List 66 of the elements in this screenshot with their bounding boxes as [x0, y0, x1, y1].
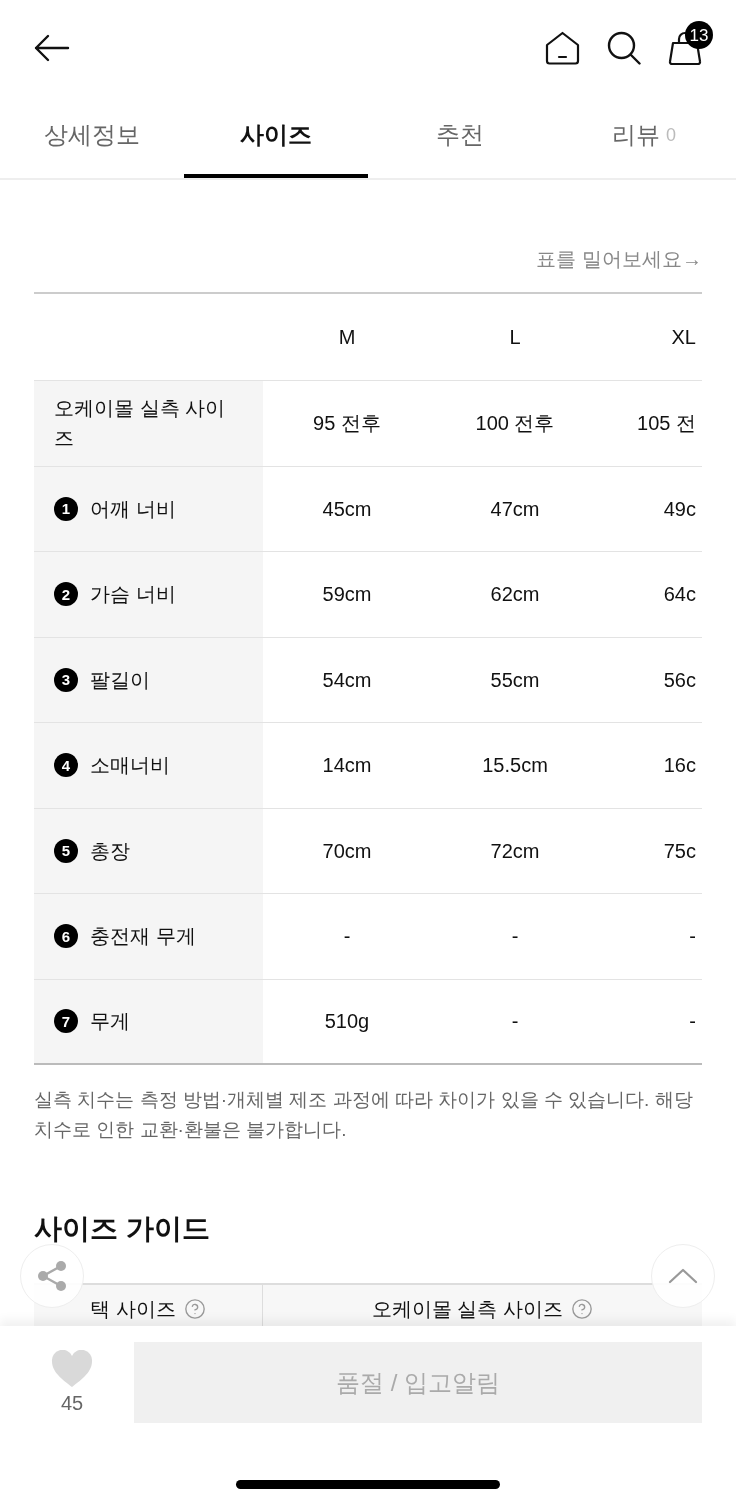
home-button[interactable]: [545, 31, 580, 65]
table-cell-text: -: [511, 1009, 519, 1035]
table-cell-text: 62cm: [490, 582, 540, 608]
table-cell-text: -: [511, 924, 519, 950]
item-number: 1: [54, 496, 78, 521]
table-cell-text: 14cm: [322, 753, 372, 779]
table-cell-text: 75c: [663, 838, 696, 864]
column-header: 택 사이즈: [90, 1297, 176, 1321]
table-cell-text: 100 전후: [475, 411, 555, 437]
tab[interactable]: 상세정보: [0, 96, 184, 178]
swipe-hint: 표를 밀어보세요→: [536, 247, 702, 272]
share-icon: [37, 1260, 67, 1292]
item-number: 6: [54, 924, 78, 949]
help-icon[interactable]: [183, 1298, 206, 1320]
column-header: XL: [671, 325, 696, 350]
cart-button[interactable]: 13: [668, 21, 713, 65]
table-cell-text: 54cm: [322, 667, 372, 693]
column-header: M: [338, 325, 356, 350]
table-cell-text: 70cm: [322, 838, 372, 864]
row-label: 가슴 너비: [90, 582, 176, 608]
row-label: 어깨 너비: [90, 496, 176, 522]
table-cell-text: 45cm: [322, 496, 372, 522]
like-count: 45: [60, 1390, 84, 1416]
table-cell-text: 59cm: [322, 582, 372, 608]
row-label: 팔길이: [90, 667, 150, 693]
table-cell-text: 55cm: [490, 667, 540, 693]
chevron-up-icon: [668, 1268, 698, 1284]
item-number: 4: [54, 753, 78, 778]
table-cell-text: 64c: [663, 582, 696, 608]
tab[interactable]: 추천: [368, 96, 552, 178]
tab[interactable]: 리뷰 0: [552, 96, 736, 178]
section-title: 사이즈 가이드: [34, 1212, 211, 1246]
table-cell-text: 15.5cm: [482, 753, 548, 779]
home-icon: [545, 31, 580, 65]
help-icon[interactable]: [571, 1298, 594, 1320]
heart-icon[interactable]: [51, 1349, 93, 1388]
row-label: 무게: [90, 1009, 130, 1035]
column-header: L: [509, 325, 521, 350]
item-number: 3: [54, 667, 78, 692]
size-note: 실측 치수는 측정 방법·개체별 제조 과정에 따라 차이가 있을 수 있습니다. 해당 치수로 인한 교환·환불은 불가합니다.: [34, 1088, 694, 1142]
back-button[interactable]: [34, 34, 70, 62]
row-label: 총장: [90, 838, 130, 864]
table-cell-text: -: [343, 924, 351, 950]
table-cell-text: 105 전: [637, 411, 696, 437]
table-cell-text: 47cm: [490, 496, 540, 522]
item-number: 7: [54, 1009, 78, 1034]
arrow-left-icon: [34, 34, 70, 62]
table-cell-text: 16c: [663, 753, 696, 779]
review-count: 0: [666, 123, 676, 147]
table-cell-text: 49c: [663, 496, 696, 522]
table-cell-text: 56c: [663, 667, 696, 693]
item-number: 5: [54, 838, 78, 863]
search-button[interactable]: [607, 31, 641, 65]
row-label: 오케이몰 실측 사이즈: [54, 396, 227, 452]
search-icon: [607, 31, 641, 65]
row-label: 충전재 무게: [90, 924, 196, 950]
column-header: 오케이몰 실측 사이즈: [371, 1297, 564, 1321]
item-number: 2: [54, 582, 78, 607]
row-label: 소매너비: [90, 753, 170, 779]
table-cell-text: 95 전후: [313, 411, 381, 437]
table-cell-text: -: [689, 924, 696, 950]
table-cell-text: -: [689, 1009, 696, 1035]
cart-count: 13: [685, 21, 713, 49]
tab[interactable]: 사이즈: [184, 96, 368, 178]
table-cell-text: 510g: [324, 1009, 370, 1035]
table-cell-text: 72cm: [490, 838, 540, 864]
